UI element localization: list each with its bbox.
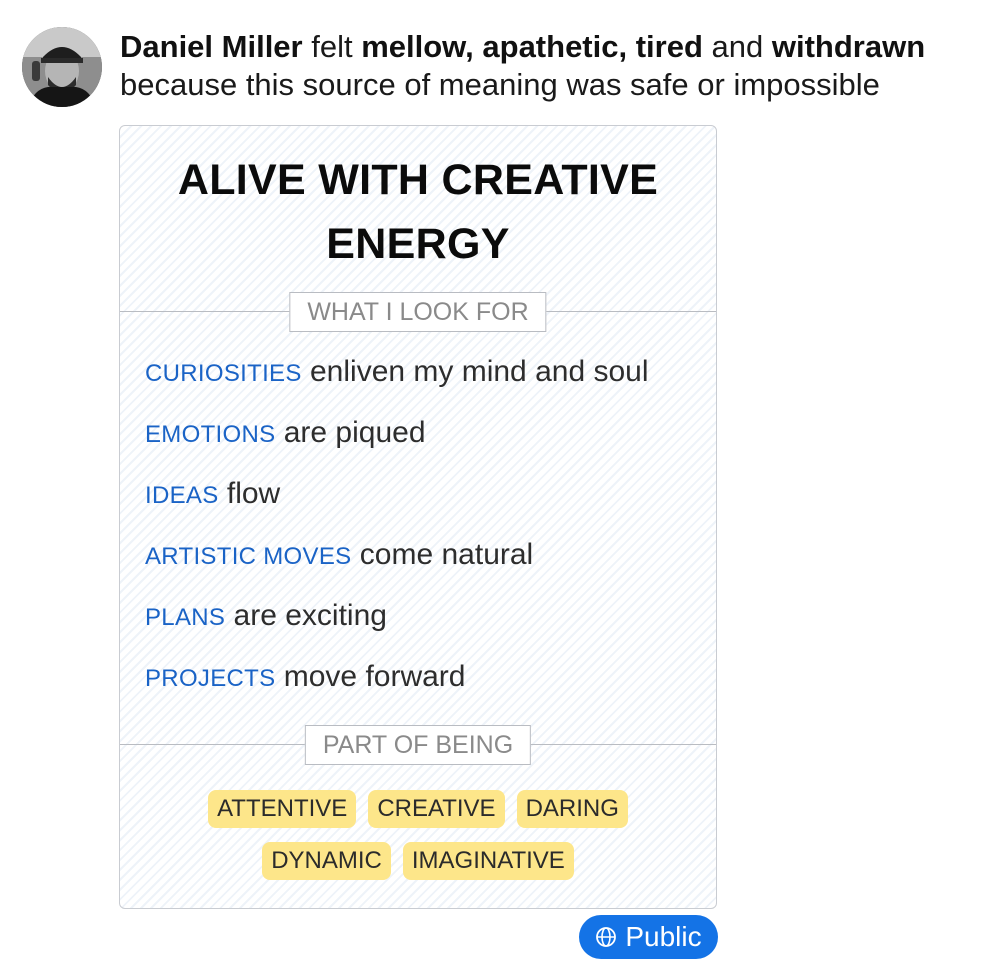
tag-chip[interactable]: CREATIVE	[368, 790, 505, 828]
feeling: apathetic	[482, 29, 619, 64]
verb-text: felt	[311, 29, 353, 64]
keyword: IDEAS	[145, 482, 219, 509]
item-text: are exciting	[225, 599, 387, 632]
avatar[interactable]	[22, 27, 102, 107]
separator-comma: ,	[465, 29, 483, 64]
feeling: withdrawn	[771, 29, 926, 64]
visibility-public-button[interactable]: Public	[579, 915, 718, 959]
item-text: flow	[218, 477, 281, 510]
item-text: are piqued	[275, 416, 426, 449]
person-photo-icon	[22, 27, 102, 107]
keyword: EMOTIONS	[145, 421, 276, 448]
being-tags: ATTENTIVE CREATIVE DARING DYNAMIC IMAGIN…	[140, 790, 696, 880]
list-item: ARTISTIC MOVES come natural	[145, 533, 649, 594]
headline-line-1: Daniel Miller felt mellow, apathetic, ti…	[120, 28, 990, 66]
list-item: IDEAS flow	[145, 472, 649, 533]
item-text: enliven my mind and soul	[301, 355, 649, 388]
feeling: mellow	[361, 29, 466, 64]
meaning-card[interactable]: ALIVE WITH CREATIVE ENERGY WHAT I LOOK F…	[119, 125, 717, 909]
card-title: ALIVE WITH CREATIVE ENERGY	[177, 156, 659, 268]
keyword: CURIOSITIES	[145, 360, 302, 387]
item-text: come natural	[351, 538, 534, 571]
author-name[interactable]: Daniel Miller	[120, 29, 303, 64]
tag-chip[interactable]: ATTENTIVE	[208, 790, 357, 828]
item-text: move forward	[275, 660, 466, 693]
visibility-label: Public	[625, 921, 702, 952]
separator-and: and	[702, 29, 772, 64]
tag-chip[interactable]: DARING	[516, 790, 628, 828]
reason-text: because this source of meaning was safe …	[120, 67, 880, 102]
keyword: ARTISTIC MOVES	[145, 543, 352, 570]
post-headline: Daniel Miller felt mellow, apathetic, ti…	[120, 28, 990, 104]
list-item: EMOTIONS are piqued	[145, 411, 649, 472]
keyword: PROJECTS	[145, 665, 276, 692]
globe-icon	[596, 927, 617, 947]
section-label-part-of-being: PART OF BEING	[304, 725, 532, 765]
divider-look-for: WHAT I LOOK FOR	[120, 292, 716, 332]
list-item: PLANS are exciting	[145, 594, 649, 655]
list-item: CURIOSITIES enliven my mind and soul	[145, 350, 649, 411]
section-label-look-for: WHAT I LOOK FOR	[289, 292, 547, 332]
keyword: PLANS	[145, 604, 226, 631]
tag-chip[interactable]: DYNAMIC	[262, 842, 391, 880]
list-item: PROJECTS move forward	[145, 655, 649, 716]
look-for-list: CURIOSITIES enliven my mind and soul EMO…	[145, 350, 649, 716]
tag-chip[interactable]: IMAGINATIVE	[402, 842, 574, 880]
divider-part-of-being: PART OF BEING	[120, 725, 716, 765]
separator-comma: ,	[618, 29, 636, 64]
feeling: tired	[635, 29, 703, 64]
